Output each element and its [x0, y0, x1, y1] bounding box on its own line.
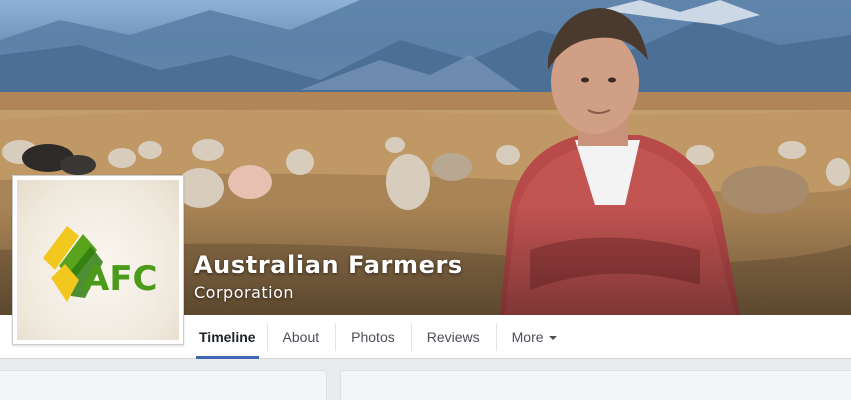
- afc-logo-icon: AFC: [43, 226, 158, 302]
- page-title[interactable]: Australian Farmers: [194, 251, 463, 279]
- tab-label: About: [282, 329, 320, 345]
- caret-down-icon: [548, 336, 557, 340]
- profile-picture[interactable]: AFC: [12, 175, 184, 345]
- tab-label: Reviews: [426, 329, 480, 345]
- tab-label: More: [511, 329, 544, 345]
- tab-more[interactable]: More: [495, 315, 573, 359]
- right-column-card: [340, 370, 851, 400]
- logo-letters: AFC: [83, 259, 158, 299]
- tab-about[interactable]: About: [266, 315, 336, 359]
- page-category[interactable]: Corporation: [194, 283, 294, 302]
- profile-picture-image: AFC: [17, 180, 179, 340]
- tab-timeline[interactable]: Timeline: [188, 315, 267, 359]
- tab-reviews[interactable]: Reviews: [410, 315, 496, 359]
- page-tabs: Timeline About Photos Reviews More: [188, 315, 573, 359]
- tab-photos[interactable]: Photos: [335, 315, 411, 359]
- tab-label: Timeline: [199, 329, 256, 345]
- tab-label: Photos: [351, 329, 395, 345]
- left-column-card: [0, 370, 327, 400]
